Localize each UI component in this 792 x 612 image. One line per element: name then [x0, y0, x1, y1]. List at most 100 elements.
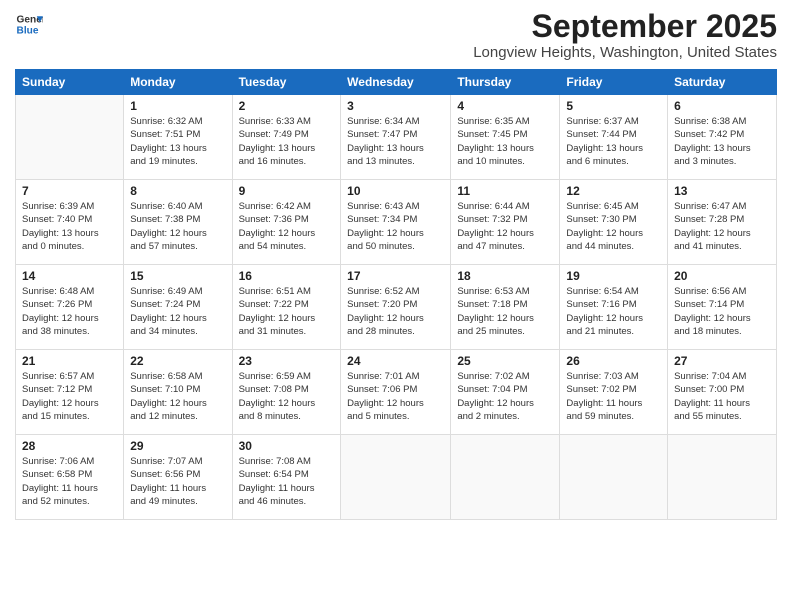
day-number: 30 [239, 439, 335, 453]
week-row-3: 21 Sunrise: 6:57 AM Sunset: 7:12 PM Dayli… [16, 350, 777, 435]
day-cell: 3 Sunrise: 6:34 AM Sunset: 7:47 PM Daylig… [341, 95, 451, 180]
day-number: 7 [22, 184, 117, 198]
day-number: 11 [457, 184, 553, 198]
day-cell: 10Sunrise: 6:43 AM Sunset: 7:34 PM Dayli… [341, 180, 451, 265]
day-number: 26 [566, 354, 661, 368]
location-title: Longview Heights, Washington, United Sta… [473, 44, 777, 61]
day-info: Sunrise: 6:43 AM Sunset: 7:34 PM Dayligh… [347, 200, 444, 253]
day-info: Sunrise: 6:47 AM Sunset: 7:28 PM Dayligh… [674, 200, 770, 253]
day-number: 24 [347, 354, 444, 368]
week-row-0: 1 Sunrise: 6:32 AM Sunset: 7:51 PM Daylig… [16, 95, 777, 180]
day-info: Sunrise: 7:07 AM Sunset: 6:56 PM Dayligh… [130, 455, 225, 508]
day-number: 21 [22, 354, 117, 368]
day-info: Sunrise: 6:34 AM Sunset: 7:47 PM Dayligh… [347, 115, 444, 168]
day-info: Sunrise: 6:51 AM Sunset: 7:22 PM Dayligh… [239, 285, 335, 338]
day-number: 19 [566, 269, 661, 283]
calendar-table: SundayMondayTuesdayWednesdayThursdayFrid… [15, 69, 777, 520]
day-number: 15 [130, 269, 225, 283]
day-info: Sunrise: 6:37 AM Sunset: 7:44 PM Dayligh… [566, 115, 661, 168]
day-cell [668, 435, 777, 520]
day-number: 27 [674, 354, 770, 368]
weekday-header-wednesday: Wednesday [341, 70, 451, 95]
weekday-header-tuesday: Tuesday [232, 70, 341, 95]
day-cell: 25 Sunrise: 7:02 AM Sunset: 7:04 PM Dayli… [451, 350, 560, 435]
day-number: 13 [674, 184, 770, 198]
day-cell: 11Sunrise: 6:44 AM Sunset: 7:32 PM Dayli… [451, 180, 560, 265]
day-info: Sunrise: 6:32 AM Sunset: 7:51 PM Dayligh… [130, 115, 225, 168]
day-cell: 16 Sunrise: 6:51 AM Sunset: 7:22 PM Dayli… [232, 265, 341, 350]
day-cell: 2Sunrise: 6:33 AM Sunset: 7:49 PM Daylig… [232, 95, 341, 180]
day-number: 1 [130, 99, 225, 113]
day-info: Sunrise: 6:42 AM Sunset: 7:36 PM Dayligh… [239, 200, 335, 253]
weekday-header-row: SundayMondayTuesdayWednesdayThursdayFrid… [16, 70, 777, 95]
day-cell: 24 Sunrise: 7:01 AM Sunset: 7:06 PM Dayli… [341, 350, 451, 435]
day-cell [560, 435, 668, 520]
title-section: September 2025 Longview Heights, Washing… [473, 10, 777, 61]
day-cell: 23 Sunrise: 6:59 AM Sunset: 7:08 PM Dayli… [232, 350, 341, 435]
day-cell: 26 Sunrise: 7:03 AM Sunset: 7:02 PM Dayli… [560, 350, 668, 435]
weekday-header-monday: Monday [124, 70, 232, 95]
day-cell: 12Sunrise: 6:45 AM Sunset: 7:30 PM Dayli… [560, 180, 668, 265]
day-info: Sunrise: 6:39 AM Sunset: 7:40 PM Dayligh… [22, 200, 117, 253]
day-cell: 19Sunrise: 6:54 AM Sunset: 7:16 PM Dayli… [560, 265, 668, 350]
day-info: Sunrise: 6:48 AM Sunset: 7:26 PM Dayligh… [22, 285, 117, 338]
day-cell: 30Sunrise: 7:08 AM Sunset: 6:54 PM Dayli… [232, 435, 341, 520]
day-cell: 1 Sunrise: 6:32 AM Sunset: 7:51 PM Daylig… [124, 95, 232, 180]
week-row-2: 14 Sunrise: 6:48 AM Sunset: 7:26 PM Dayli… [16, 265, 777, 350]
day-info: Sunrise: 7:06 AM Sunset: 6:58 PM Dayligh… [22, 455, 117, 508]
day-number: 17 [347, 269, 444, 283]
day-info: Sunrise: 6:38 AM Sunset: 7:42 PM Dayligh… [674, 115, 770, 168]
day-cell [341, 435, 451, 520]
day-cell: 8 Sunrise: 6:40 AM Sunset: 7:38 PM Daylig… [124, 180, 232, 265]
weekday-header-thursday: Thursday [451, 70, 560, 95]
day-number: 8 [130, 184, 225, 198]
day-cell: 27 Sunrise: 7:04 AM Sunset: 7:00 PM Dayli… [668, 350, 777, 435]
day-cell: 6 Sunrise: 6:38 AM Sunset: 7:42 PM Daylig… [668, 95, 777, 180]
day-info: Sunrise: 7:04 AM Sunset: 7:00 PM Dayligh… [674, 370, 770, 423]
day-info: Sunrise: 6:35 AM Sunset: 7:45 PM Dayligh… [457, 115, 553, 168]
day-cell: 22 Sunrise: 6:58 AM Sunset: 7:10 PM Dayli… [124, 350, 232, 435]
day-info: Sunrise: 6:53 AM Sunset: 7:18 PM Dayligh… [457, 285, 553, 338]
logo: General Blue [15, 10, 43, 38]
weekday-header-sunday: Sunday [16, 70, 124, 95]
day-number: 20 [674, 269, 770, 283]
day-number: 25 [457, 354, 553, 368]
header: General Blue September 2025 Longview Hei… [15, 10, 777, 61]
day-number: 16 [239, 269, 335, 283]
day-cell: 13 Sunrise: 6:47 AM Sunset: 7:28 PM Dayli… [668, 180, 777, 265]
weekday-header-saturday: Saturday [668, 70, 777, 95]
day-cell: 20 Sunrise: 6:56 AM Sunset: 7:14 PM Dayli… [668, 265, 777, 350]
page: General Blue September 2025 Longview Hei… [0, 0, 792, 612]
day-cell: 7 Sunrise: 6:39 AM Sunset: 7:40 PM Daylig… [16, 180, 124, 265]
day-info: Sunrise: 6:57 AM Sunset: 7:12 PM Dayligh… [22, 370, 117, 423]
day-info: Sunrise: 6:58 AM Sunset: 7:10 PM Dayligh… [130, 370, 225, 423]
week-row-1: 7 Sunrise: 6:39 AM Sunset: 7:40 PM Daylig… [16, 180, 777, 265]
day-cell: 17 Sunrise: 6:52 AM Sunset: 7:20 PM Dayli… [341, 265, 451, 350]
day-number: 29 [130, 439, 225, 453]
day-info: Sunrise: 6:56 AM Sunset: 7:14 PM Dayligh… [674, 285, 770, 338]
day-info: Sunrise: 6:33 AM Sunset: 7:49 PM Dayligh… [239, 115, 335, 168]
day-number: 23 [239, 354, 335, 368]
day-number: 5 [566, 99, 661, 113]
day-info: Sunrise: 6:40 AM Sunset: 7:38 PM Dayligh… [130, 200, 225, 253]
day-cell: 15 Sunrise: 6:49 AM Sunset: 7:24 PM Dayli… [124, 265, 232, 350]
day-info: Sunrise: 7:01 AM Sunset: 7:06 PM Dayligh… [347, 370, 444, 423]
weekday-header-friday: Friday [560, 70, 668, 95]
day-cell: 9Sunrise: 6:42 AM Sunset: 7:36 PM Daylig… [232, 180, 341, 265]
day-number: 18 [457, 269, 553, 283]
day-cell: 28Sunrise: 7:06 AM Sunset: 6:58 PM Dayli… [16, 435, 124, 520]
day-number: 14 [22, 269, 117, 283]
day-info: Sunrise: 7:03 AM Sunset: 7:02 PM Dayligh… [566, 370, 661, 423]
day-info: Sunrise: 6:49 AM Sunset: 7:24 PM Dayligh… [130, 285, 225, 338]
day-info: Sunrise: 6:59 AM Sunset: 7:08 PM Dayligh… [239, 370, 335, 423]
month-title: September 2025 [473, 10, 777, 42]
day-cell [451, 435, 560, 520]
day-cell: 4 Sunrise: 6:35 AM Sunset: 7:45 PM Daylig… [451, 95, 560, 180]
day-number: 3 [347, 99, 444, 113]
day-number: 6 [674, 99, 770, 113]
day-number: 22 [130, 354, 225, 368]
day-info: Sunrise: 6:52 AM Sunset: 7:20 PM Dayligh… [347, 285, 444, 338]
day-info: Sunrise: 7:02 AM Sunset: 7:04 PM Dayligh… [457, 370, 553, 423]
day-number: 4 [457, 99, 553, 113]
day-cell: 21 Sunrise: 6:57 AM Sunset: 7:12 PM Dayli… [16, 350, 124, 435]
